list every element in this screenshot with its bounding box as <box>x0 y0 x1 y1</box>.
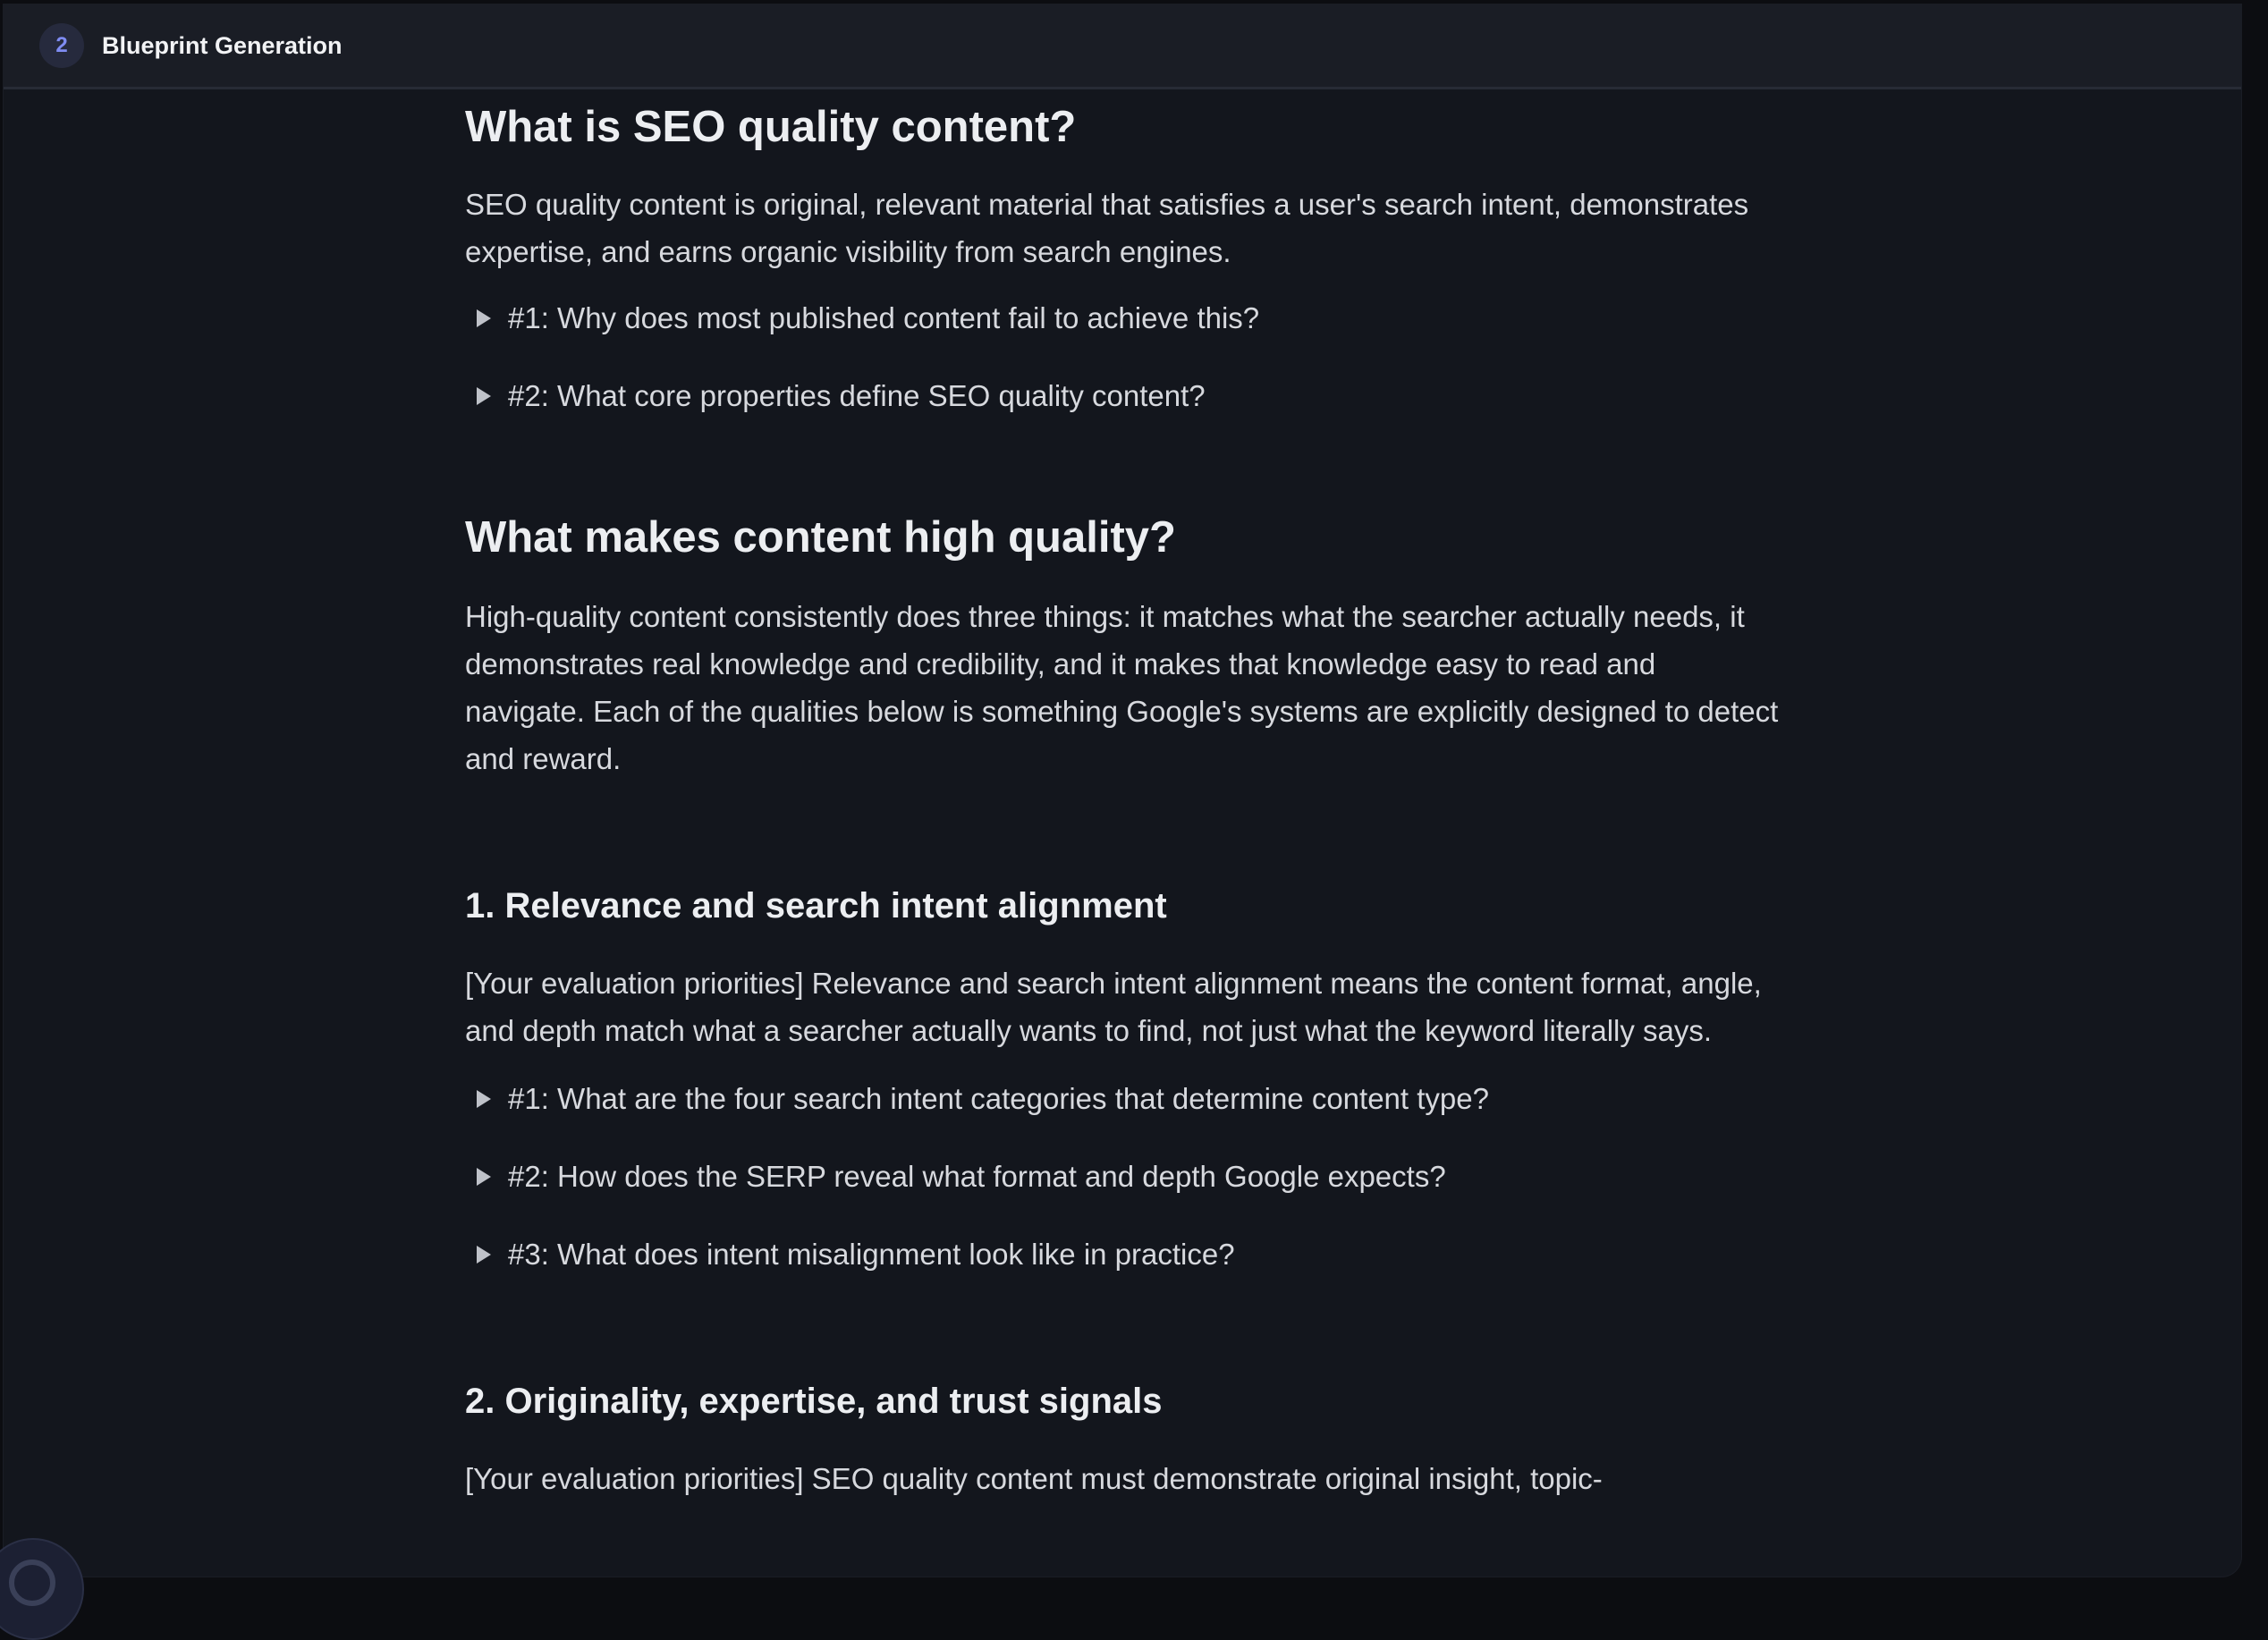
triangle-right-icon <box>477 1246 491 1264</box>
page-title: Blueprint Generation <box>102 31 343 59</box>
section-paragraph: [Your evaluation priorities] SEO quality… <box>465 1462 1603 1495</box>
triangle-right-icon <box>477 1090 491 1108</box>
app-window: 2 Blueprint Generation What is SEO quali… <box>4 4 2241 1577</box>
faq-toggle[interactable]: #3: What does intent misalignment look l… <box>465 1231 1780 1278</box>
triangle-right-icon <box>477 309 491 327</box>
section-heading: What makes content high quality? <box>465 513 1176 562</box>
faq-question: #2: How does the SERP reveal what format… <box>508 1160 1446 1193</box>
subsection-heading: 2. Originality, expertise, and trust sig… <box>465 1382 1163 1421</box>
document-content: What is SEO quality content? SEO quality… <box>465 89 1780 1502</box>
subsection-heading: 1. Relevance and search intent alignment <box>465 886 1167 926</box>
faq-toggle[interactable]: #1: Why does most published content fail… <box>465 295 1780 342</box>
faq-question: #1: What are the four search intent cate… <box>508 1082 1489 1115</box>
faq-toggle[interactable]: #2: What core properties define SEO qual… <box>465 373 1780 419</box>
faq-question: #1: Why does most published content fail… <box>508 301 1260 334</box>
faq-toggle[interactable]: #1: What are the four search intent cate… <box>465 1076 1780 1122</box>
triangle-right-icon <box>477 387 491 405</box>
section-paragraph: SEO quality content is original, relevan… <box>465 188 1749 268</box>
faq-toggle[interactable]: #2: How does the SERP reveal what format… <box>465 1154 1780 1200</box>
step-badge: 2 <box>39 23 84 68</box>
top-bar: 2 Blueprint Generation <box>4 4 2241 89</box>
triangle-right-icon <box>477 1168 491 1186</box>
section-paragraph: High-quality content consistently does t… <box>465 600 1779 775</box>
section-paragraph: [Your evaluation priorities] Relevance a… <box>465 967 1762 1047</box>
faq-question: #2: What core properties define SEO qual… <box>508 379 1206 412</box>
faq-question: #3: What does intent misalignment look l… <box>508 1238 1235 1271</box>
section-heading: What is SEO quality content? <box>465 103 1077 151</box>
